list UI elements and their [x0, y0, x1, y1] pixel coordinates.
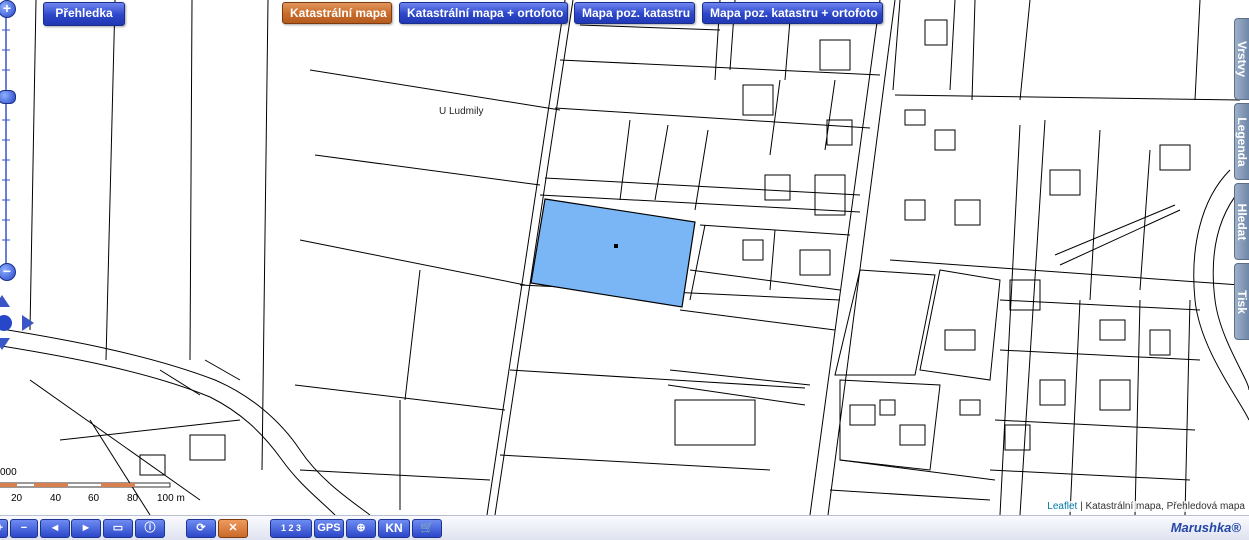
selected-parcel[interactable] [530, 198, 696, 308]
overview-button[interactable]: Přehledka [43, 2, 125, 26]
crosshair-icon[interactable]: ⊕ [346, 519, 376, 538]
cadastral-map[interactable]: U Ludmily Přehledka Katastrální mapa Kat… [0, 0, 1249, 515]
tab-legend-label: Legenda [1235, 116, 1249, 167]
attribution: Leaflet | Katastrální mapa, Přehledová m… [1045, 501, 1247, 512]
zoom-in-tool[interactable]: + [0, 519, 8, 538]
leaflet-link[interactable]: Leaflet [1047, 501, 1077, 512]
kn-button[interactable]: KN [378, 519, 410, 538]
brand-logo: Marushka® [1170, 520, 1241, 535]
scale-left-fragment: 000 [0, 467, 17, 478]
close-icon[interactable]: ✕ [218, 519, 248, 538]
tab-search-label: Hledat [1235, 203, 1249, 240]
pan-arrows-icon [0, 295, 34, 350]
gps-button[interactable]: GPS [314, 519, 344, 538]
cadastral-map-button[interactable]: Katastrální mapa [282, 2, 392, 24]
pan-control[interactable] [0, 295, 34, 350]
scale-tick-80: 80 [127, 493, 139, 504]
position-map-ortho-button[interactable]: Mapa poz. katastru + ortofoto [702, 2, 883, 24]
tab-layers-label: Vrstvy [1235, 40, 1249, 78]
tab-print-label: Tisk [1235, 289, 1249, 314]
zoom-slider-handle[interactable] [0, 90, 16, 104]
tab-legend[interactable]: Legenda [1234, 103, 1249, 180]
cadastral-map-ortho-button[interactable]: Katastrální mapa + ortofoto [399, 2, 568, 24]
tab-print[interactable]: Tisk [1234, 263, 1249, 340]
refresh-icon[interactable]: ⟳ [186, 519, 216, 538]
position-map-button[interactable]: Mapa poz. katastru [574, 2, 695, 24]
map-canvas[interactable] [0, 0, 1249, 515]
tab-search[interactable]: Hledat [1234, 183, 1249, 260]
scale-tick-100: 100 m [157, 493, 185, 504]
forward-arrow-icon[interactable]: ► [71, 519, 101, 538]
numbering-button[interactable]: 1 2 3 [270, 519, 312, 538]
scale-tick-60: 60 [88, 493, 100, 504]
attribution-text: | Katastrální mapa, Přehledová mapa [1080, 501, 1245, 512]
scale-bar [0, 482, 171, 488]
scale-tick-20: 20 [11, 493, 23, 504]
back-arrow-icon[interactable]: ◄ [40, 519, 70, 538]
zoom-out-tool[interactable]: − [10, 519, 38, 538]
tab-layers[interactable]: Vrstvy [1234, 18, 1249, 100]
zoom-rectangle-icon[interactable]: ▭ [103, 519, 133, 538]
cart-icon[interactable]: 🛒 [412, 519, 442, 538]
map-label-u-ludmily: U Ludmily [439, 106, 484, 117]
bottom-toolbar: + − ◄ ► ▭ ⓘ ⟳ ✕ 1 2 3 GPS ⊕ KN 🛒 Marushk… [0, 515, 1249, 540]
scale-tick-40: 40 [50, 493, 62, 504]
info-icon[interactable]: ⓘ [135, 519, 165, 538]
